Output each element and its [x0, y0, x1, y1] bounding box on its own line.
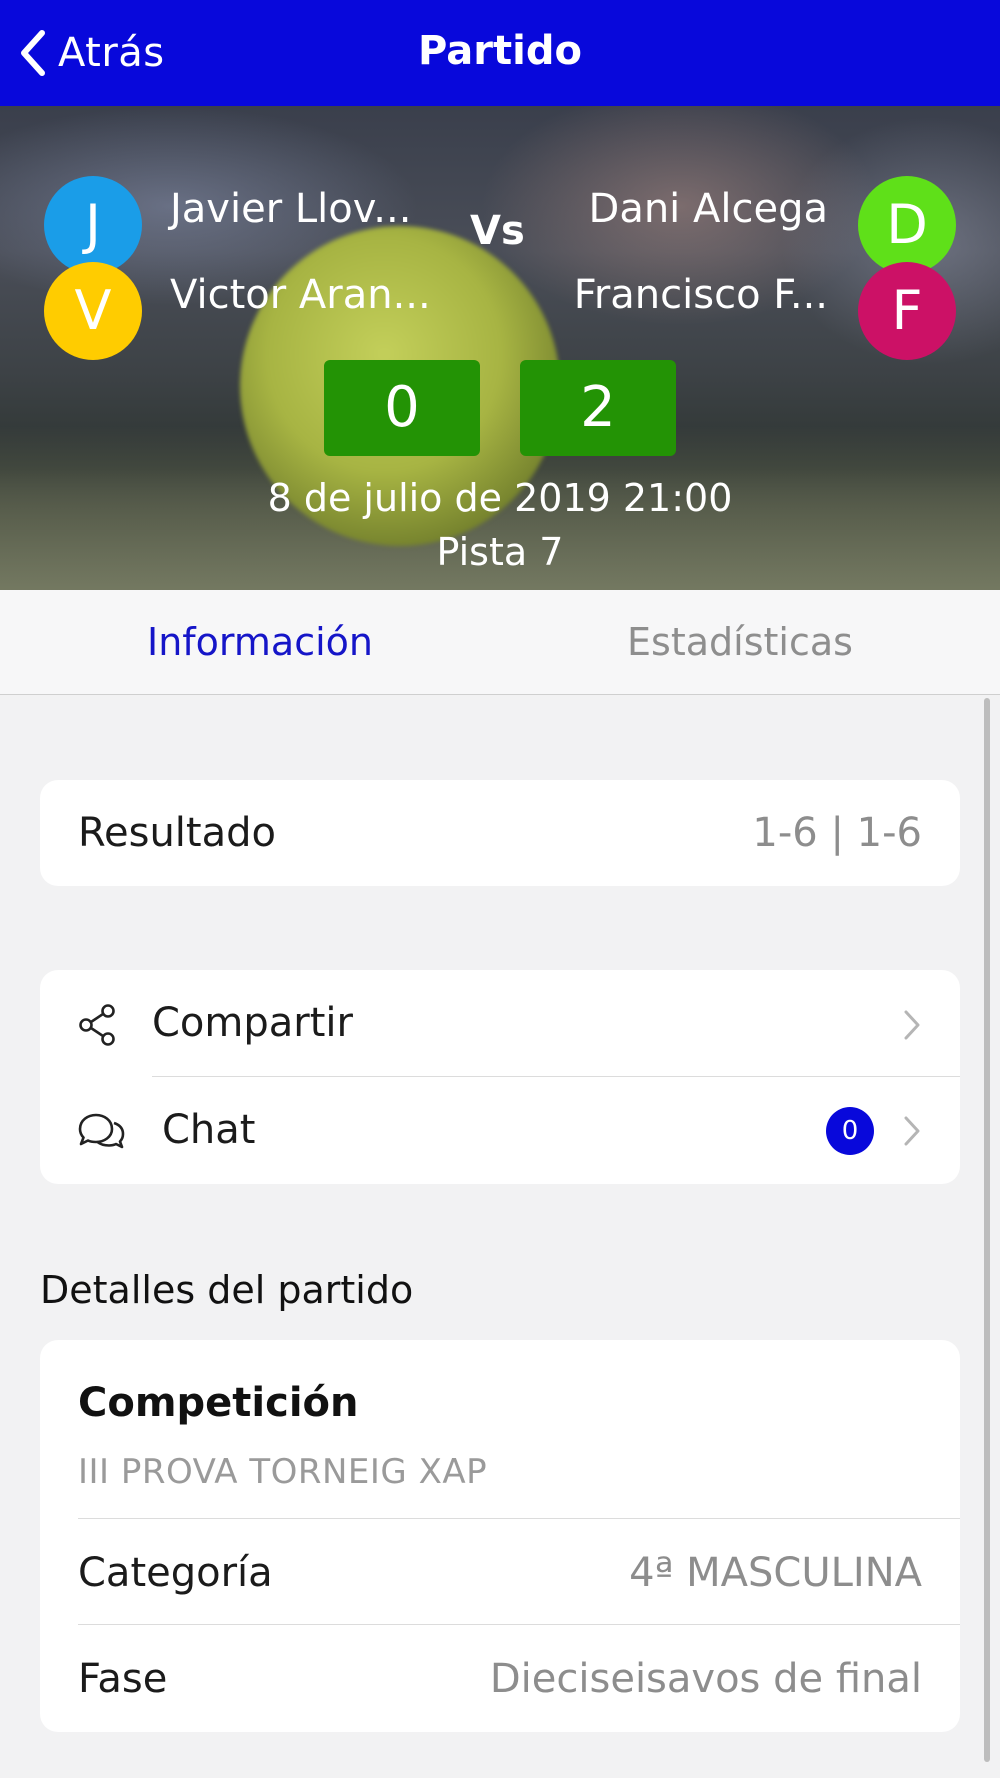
result-card: Resultado 1-6 | 1-6: [40, 780, 960, 886]
actions-card: Compartir Chat 0: [40, 970, 960, 1184]
avatar-player-3: D: [858, 176, 956, 274]
competition-value: III PROVA TORNEIG XAP: [78, 1452, 488, 1492]
share-label: Compartir: [152, 1000, 353, 1046]
player-2-name: Victor Aran...: [170, 272, 431, 318]
result-value: 1-6 | 1-6: [752, 810, 922, 856]
divider: [78, 1624, 960, 1625]
chevron-right-icon: [904, 1116, 920, 1146]
page-title: Partido: [418, 28, 582, 74]
chat-row[interactable]: Chat 0: [40, 1077, 960, 1184]
player-4-name: Francisco F...: [573, 272, 828, 318]
tab-information[interactable]: Información: [10, 620, 510, 664]
scrollbar[interactable]: [984, 698, 990, 1762]
share-icon: [79, 1004, 115, 1046]
phase-label: Fase: [78, 1656, 168, 1702]
player-1-name: Javier Llov...: [170, 186, 412, 232]
divider: [78, 1518, 960, 1519]
navigation-bar: Atrás Partido: [0, 0, 1000, 106]
avatar-player-2: V: [44, 262, 142, 360]
player-3-name: Dani Alcega: [588, 186, 828, 232]
competition-label: Competición: [78, 1380, 359, 1426]
score-team-2: 2: [520, 360, 676, 456]
chat-label: Chat: [162, 1107, 256, 1153]
tab-bar: Información Estadísticas: [0, 590, 1000, 695]
category-label: Categoría: [78, 1550, 273, 1596]
versus-label: Vs: [470, 208, 525, 254]
result-label: Resultado: [78, 810, 276, 856]
avatar-player-4: F: [858, 262, 956, 360]
share-row[interactable]: Compartir: [40, 970, 960, 1076]
match-court: Pista 7: [436, 530, 564, 574]
avatar-player-1: J: [44, 176, 142, 274]
chat-icon: [78, 1113, 125, 1149]
score-team-1: 0: [324, 360, 480, 456]
chat-count-badge: 0: [826, 1107, 874, 1155]
match-datetime: 8 de julio de 2019 21:00: [267, 476, 733, 520]
tab-statistics[interactable]: Estadísticas: [490, 620, 990, 664]
chevron-right-icon: [904, 1010, 920, 1040]
section-title-details: Detalles del partido: [40, 1268, 414, 1312]
category-value: 4ª MASCULINA: [629, 1550, 922, 1596]
details-card: Competición III PROVA TORNEIG XAP Catego…: [40, 1340, 960, 1732]
phase-value: Dieciseisavos de final: [489, 1656, 922, 1702]
